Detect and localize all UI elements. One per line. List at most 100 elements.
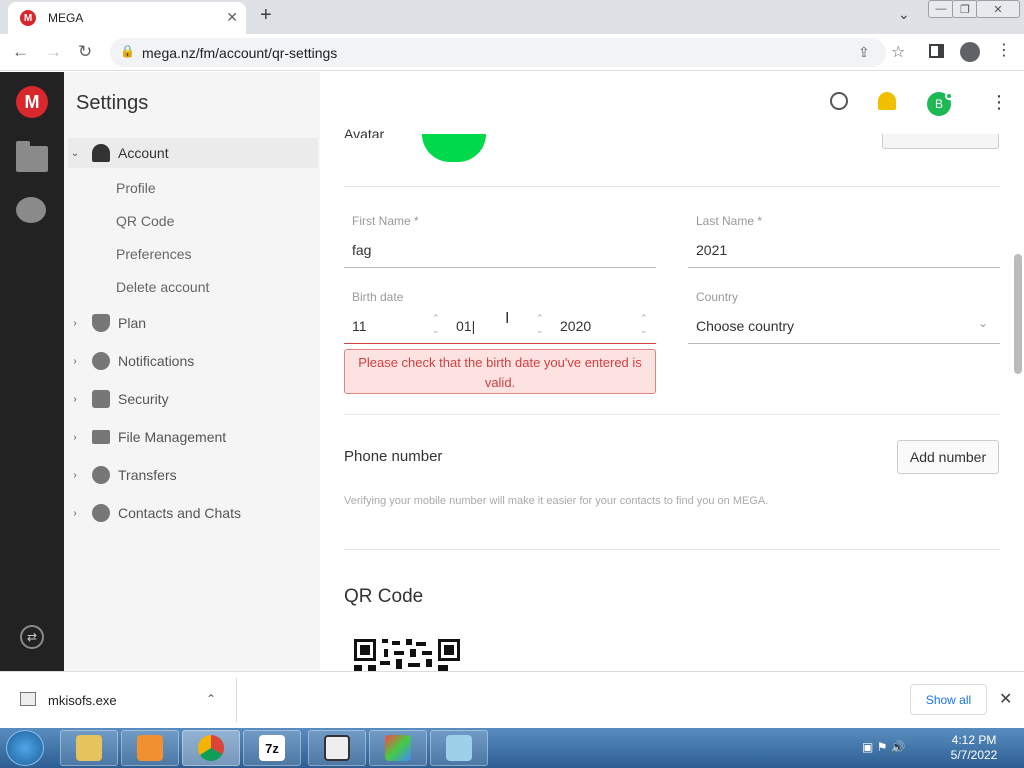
taskbar-notepad[interactable] <box>430 730 488 766</box>
text-cursor-icon: I <box>505 310 510 327</box>
last-name-label: Last Name * <box>696 214 763 228</box>
first-name-underline <box>344 267 656 268</box>
birth-date-underline <box>344 343 656 344</box>
phone-description: Verifying your mobile number will make i… <box>344 495 769 507</box>
sidebar-item-notifications[interactable]: › Notifications <box>68 346 318 376</box>
first-name-label: First Name * <box>352 214 419 228</box>
mega-favicon-icon: M <box>20 10 36 26</box>
flag-icon[interactable]: ⚑ <box>877 740 888 754</box>
chevron-right-icon: › <box>73 431 77 443</box>
address-bar[interactable]: 🔒 mega.nz/fm/account/qr-settings ⇪ <box>110 38 886 67</box>
chevron-right-icon: › <box>73 469 77 481</box>
settings-sidebar: Settings ⌄ Account Profile QR Code Prefe… <box>64 72 320 671</box>
taskbar-installer[interactable] <box>369 730 427 766</box>
chevron-right-icon: › <box>73 393 77 405</box>
sidebar-item-contacts-and-chats[interactable]: › Contacts and Chats <box>68 498 318 528</box>
lock-icon <box>92 390 110 408</box>
birth-date-error-message: Please check that the birth date you've … <box>344 349 656 394</box>
user-icon <box>92 144 110 162</box>
birth-day-field[interactable]: 11 <box>352 318 367 334</box>
birth-month-stepper[interactable]: ⌃ ⌄ <box>536 312 544 336</box>
taskbar-7zip[interactable]: 7z <box>243 730 301 766</box>
start-button[interactable] <box>6 730 44 766</box>
birth-month-field[interactable]: 01| <box>456 318 475 334</box>
browser-tab-strip: M MEGA ✕ + ⌄ — ❐ ✕ <box>0 0 1024 34</box>
first-name-field[interactable]: fag <box>352 242 371 258</box>
sidebar-subitem-preferences[interactable]: Preferences <box>116 246 191 262</box>
clock-date: 5/7/2022 <box>950 748 998 762</box>
bookmark-star-icon[interactable]: ☆ <box>891 42 905 62</box>
new-tab-button[interactable]: + <box>260 4 272 27</box>
chevron-down-icon[interactable]: ⌄ <box>978 316 988 330</box>
sidebar-item-file-management[interactable]: › File Management <box>68 422 318 452</box>
bell-notification-icon[interactable] <box>878 92 896 110</box>
sidebar-item-label: Contacts and Chats <box>118 505 241 521</box>
chat-bubble-icon[interactable] <box>16 197 46 223</box>
divider <box>236 678 237 722</box>
sidebar-item-label: Notifications <box>118 353 195 369</box>
sidebar-item-plan[interactable]: › Plan <box>68 308 318 338</box>
country-select[interactable]: Choose country <box>696 318 794 334</box>
system-tray[interactable]: ▣ ⚑ 🔊 <box>862 740 906 754</box>
sidebar-item-transfers[interactable]: › Transfers <box>68 460 318 490</box>
change-avatar-button[interactable] <box>882 134 999 149</box>
chevron-right-icon: › <box>73 507 77 519</box>
more-menu-icon[interactable]: ⋮ <box>990 92 1008 113</box>
folder-icon <box>92 430 110 444</box>
system-clock[interactable]: 4:12 PM 5/7/2022 <box>940 733 1008 763</box>
window-close-button[interactable]: ✕ <box>976 0 1020 18</box>
last-name-underline <box>688 267 1000 268</box>
side-panel-icon[interactable] <box>929 44 944 58</box>
browser-tab-mega[interactable]: M MEGA ✕ <box>8 2 246 34</box>
sidebar-item-account[interactable]: ⌄ Account <box>68 138 318 168</box>
installer-icon <box>385 735 411 761</box>
scrollbar-thumb[interactable] <box>1014 254 1022 374</box>
tab-close-icon[interactable]: ✕ <box>226 9 238 26</box>
clock-time: 4:12 PM <box>951 733 997 747</box>
chevron-up-icon[interactable]: ⌃ <box>206 692 216 706</box>
chevron-right-icon: › <box>73 355 77 367</box>
close-icon[interactable]: ✕ <box>999 689 1012 709</box>
network-icon[interactable]: ▣ <box>862 740 873 754</box>
notepad-icon <box>446 735 472 761</box>
minimize-button[interactable]: — <box>928 0 954 18</box>
taskbar-explorer[interactable] <box>60 730 118 766</box>
birth-year-field[interactable]: 2020 <box>560 318 591 334</box>
media-player-icon <box>137 735 163 761</box>
last-name-field[interactable]: 2021 <box>696 242 727 258</box>
forward-arrow-icon[interactable]: → <box>45 42 62 62</box>
transfer-sync-icon[interactable]: ⇄ <box>20 625 44 649</box>
add-number-button[interactable]: Add number <box>897 440 999 474</box>
sidebar-subitem-qr-code[interactable]: QR Code <box>116 213 174 229</box>
cloud-drive-folder-icon[interactable] <box>16 141 48 172</box>
volume-icon[interactable]: 🔊 <box>891 740 906 754</box>
sidebar-subitem-delete-account[interactable]: Delete account <box>116 279 209 295</box>
restore-button[interactable]: ❐ <box>952 0 978 18</box>
share-icon[interactable]: ⇪ <box>858 44 870 61</box>
taskbar-media-player[interactable] <box>121 730 179 766</box>
sidebar-item-security[interactable]: › Security <box>68 384 318 414</box>
download-file-name[interactable]: mkisofs.exe <box>48 693 117 708</box>
profile-icon[interactable] <box>960 42 980 62</box>
show-all-button[interactable]: Show all <box>910 684 987 715</box>
avatar-label: Avatar <box>344 126 385 138</box>
reload-icon[interactable]: ↻ <box>78 42 92 62</box>
search-icon[interactable] <box>830 92 848 110</box>
tab-search-chevron-icon[interactable]: ⌄ <box>898 6 910 23</box>
chrome-icon <box>198 735 224 761</box>
folder-icon <box>76 735 102 761</box>
birth-year-stepper[interactable]: ⌃ ⌄ <box>640 312 648 336</box>
shield-icon <box>92 314 110 332</box>
qr-code-heading: QR Code <box>344 586 424 607</box>
sidebar-item-label: Security <box>118 391 169 407</box>
back-arrow-icon[interactable]: ← <box>12 42 29 62</box>
taskbar-app-robot[interactable] <box>308 730 366 766</box>
birth-day-stepper[interactable]: ⌃ ⌄ <box>432 312 440 336</box>
sidebar-item-label: Plan <box>118 315 147 331</box>
taskbar-chrome[interactable] <box>182 730 240 766</box>
browser-menu-icon[interactable]: ⋮ <box>996 40 1012 60</box>
mega-logo-icon[interactable]: M <box>16 86 48 118</box>
lock-icon[interactable]: 🔒 <box>120 44 135 58</box>
sidebar-subitem-profile[interactable]: Profile <box>116 180 156 196</box>
url-text[interactable]: mega.nz/fm/account/qr-settings <box>142 45 337 61</box>
